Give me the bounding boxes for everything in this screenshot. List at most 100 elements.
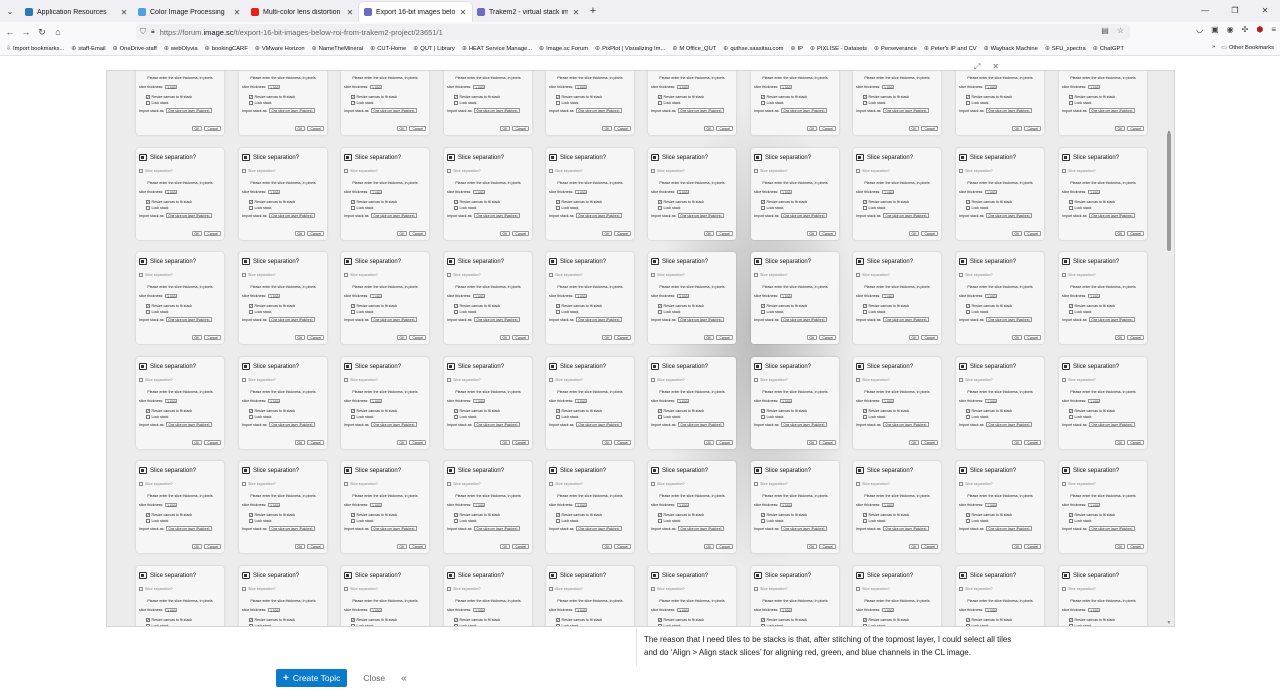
resize-checkbox[interactable]: ✓ [761,618,765,622]
ok-button[interactable]: OK [294,544,306,549]
tab-close-icon[interactable]: ✕ [346,8,354,17]
lock-checkbox[interactable] [454,101,458,105]
resize-checkbox[interactable]: ✓ [761,95,765,99]
lock-checkbox[interactable] [146,415,150,419]
cancel-button[interactable]: Cancel [307,440,324,445]
ok-button[interactable]: OK [1011,231,1023,236]
close-button[interactable]: Close [359,673,389,683]
ok-button[interactable]: OK [601,231,613,236]
ok-button[interactable]: OK [806,440,818,445]
ok-button[interactable]: OK [908,126,920,131]
ok-button[interactable]: OK [396,231,408,236]
lock-checkbox[interactable] [1069,415,1073,419]
puzzle-icon[interactable]: ✣ [1242,25,1249,34]
import-select[interactable]: One slice per layer (Patches) [371,422,418,427]
cancel-button[interactable]: Cancel [716,335,733,340]
close-window-icon[interactable]: ✕ [1250,0,1280,22]
browser-tab[interactable]: Color Image Processing ✕ [133,2,246,22]
lock-checkbox[interactable] [556,519,560,523]
resize-checkbox[interactable]: ✓ [351,304,355,308]
cancel-button[interactable]: Cancel [512,544,529,549]
bookmark-item[interactable]: ⊕ VMware Horizon [255,45,305,53]
import-select[interactable]: One slice per layer (Patches) [371,317,418,322]
bookmark-item[interactable]: ⊕ staff-Email [71,45,105,53]
pocket-icon[interactable]: ◡ [1196,25,1203,34]
extension-icon[interactable]: ▣ [1211,25,1219,34]
cancel-button[interactable]: Cancel [1024,126,1041,131]
resize-checkbox[interactable]: ✓ [249,304,253,308]
lock-checkbox[interactable] [761,624,765,626]
ok-button[interactable]: OK [191,544,203,549]
bookmark-item[interactable]: ⊕ SFU_spectra [1045,45,1086,53]
thickness-input[interactable]: 1.000 [473,399,486,404]
thickness-input[interactable]: 1.000 [985,190,998,195]
ok-button[interactable]: OK [499,335,511,340]
lock-checkbox[interactable] [146,101,150,105]
thickness-input[interactable]: 1.000 [370,85,383,90]
ok-button[interactable]: OK [396,544,408,549]
lock-checkbox[interactable] [249,101,253,105]
cancel-button[interactable]: Cancel [1024,335,1041,340]
thickness-input[interactable]: 1.000 [268,399,281,404]
ok-button[interactable]: OK [601,335,613,340]
import-select[interactable]: One slice per layer (Patches) [371,526,418,531]
resize-checkbox[interactable]: ✓ [249,513,253,517]
import-select[interactable]: One slice per layer (Patches) [269,317,316,322]
thickness-input[interactable]: 1.000 [370,190,383,195]
resize-checkbox[interactable]: ✓ [658,618,662,622]
lock-checkbox[interactable] [351,206,355,210]
thickness-input[interactable]: 1.000 [575,85,588,90]
thickness-input[interactable]: 1.000 [473,294,486,299]
resize-checkbox[interactable]: ✓ [658,304,662,308]
thickness-input[interactable]: 1.000 [985,503,998,508]
resize-checkbox[interactable]: ✓ [556,304,560,308]
resize-checkbox[interactable]: ✓ [966,618,970,622]
thickness-input[interactable]: 1.000 [882,85,895,90]
ok-button[interactable]: OK [191,231,203,236]
import-select[interactable]: One slice per layer (Patches) [678,422,725,427]
lock-checkbox[interactable] [761,206,765,210]
lock-checkbox[interactable] [658,310,662,314]
ok-button[interactable]: OK [499,440,511,445]
resize-checkbox[interactable]: ✓ [351,513,355,517]
import-select[interactable]: One slice per layer (Patches) [781,526,828,531]
lock-checkbox[interactable] [146,310,150,314]
cancel-button[interactable]: Cancel [921,126,938,131]
ok-button[interactable]: OK [191,126,203,131]
resize-checkbox[interactable]: ✓ [146,618,150,622]
tab-close-icon[interactable]: ✕ [233,8,241,17]
import-select[interactable]: One slice per layer (Patches) [371,213,418,218]
lock-checkbox[interactable] [249,206,253,210]
bookmark-item[interactable]: ⊕ ChatGPT [1093,45,1124,53]
ok-button[interactable]: OK [1114,335,1126,340]
resize-checkbox[interactable]: ✓ [351,95,355,99]
cancel-button[interactable]: Cancel [512,440,529,445]
lock-checkbox[interactable] [761,310,765,314]
bookmark-item[interactable]: ⊕ HEAT Service Manage... [462,45,532,53]
lock-checkbox[interactable] [249,624,253,626]
import-select[interactable]: One slice per layer (Patches) [166,422,213,427]
lock-checkbox[interactable] [556,310,560,314]
bookmark-item[interactable]: ⊕ PixPlot | Visualizing Im... [595,45,665,53]
thickness-input[interactable]: 1.000 [882,190,895,195]
import-select[interactable]: One slice per layer (Patches) [678,526,725,531]
cancel-button[interactable]: Cancel [614,126,631,131]
lock-checkbox[interactable] [454,624,458,626]
import-select[interactable]: One slice per layer (Patches) [474,317,521,322]
lock-checkbox[interactable] [1069,101,1073,105]
thickness-input[interactable]: 1.000 [575,399,588,404]
image-lightbox[interactable]: Slice separation? Slice separation? Please… [106,70,1175,627]
ok-button[interactable]: OK [191,335,203,340]
cancel-button[interactable]: Cancel [819,126,836,131]
resize-checkbox[interactable]: ✓ [454,200,458,204]
thickness-input[interactable]: 1.000 [780,608,793,613]
thickness-input[interactable]: 1.000 [780,503,793,508]
ok-button[interactable]: OK [806,544,818,549]
import-select[interactable]: One slice per layer (Patches) [576,526,623,531]
back-icon[interactable]: ← [2,27,18,37]
resize-checkbox[interactable]: ✓ [1069,95,1073,99]
resize-checkbox[interactable]: ✓ [1069,409,1073,413]
cancel-button[interactable]: Cancel [1024,231,1041,236]
import-select[interactable]: One slice per layer (Patches) [1089,422,1136,427]
lock-checkbox[interactable] [863,101,867,105]
